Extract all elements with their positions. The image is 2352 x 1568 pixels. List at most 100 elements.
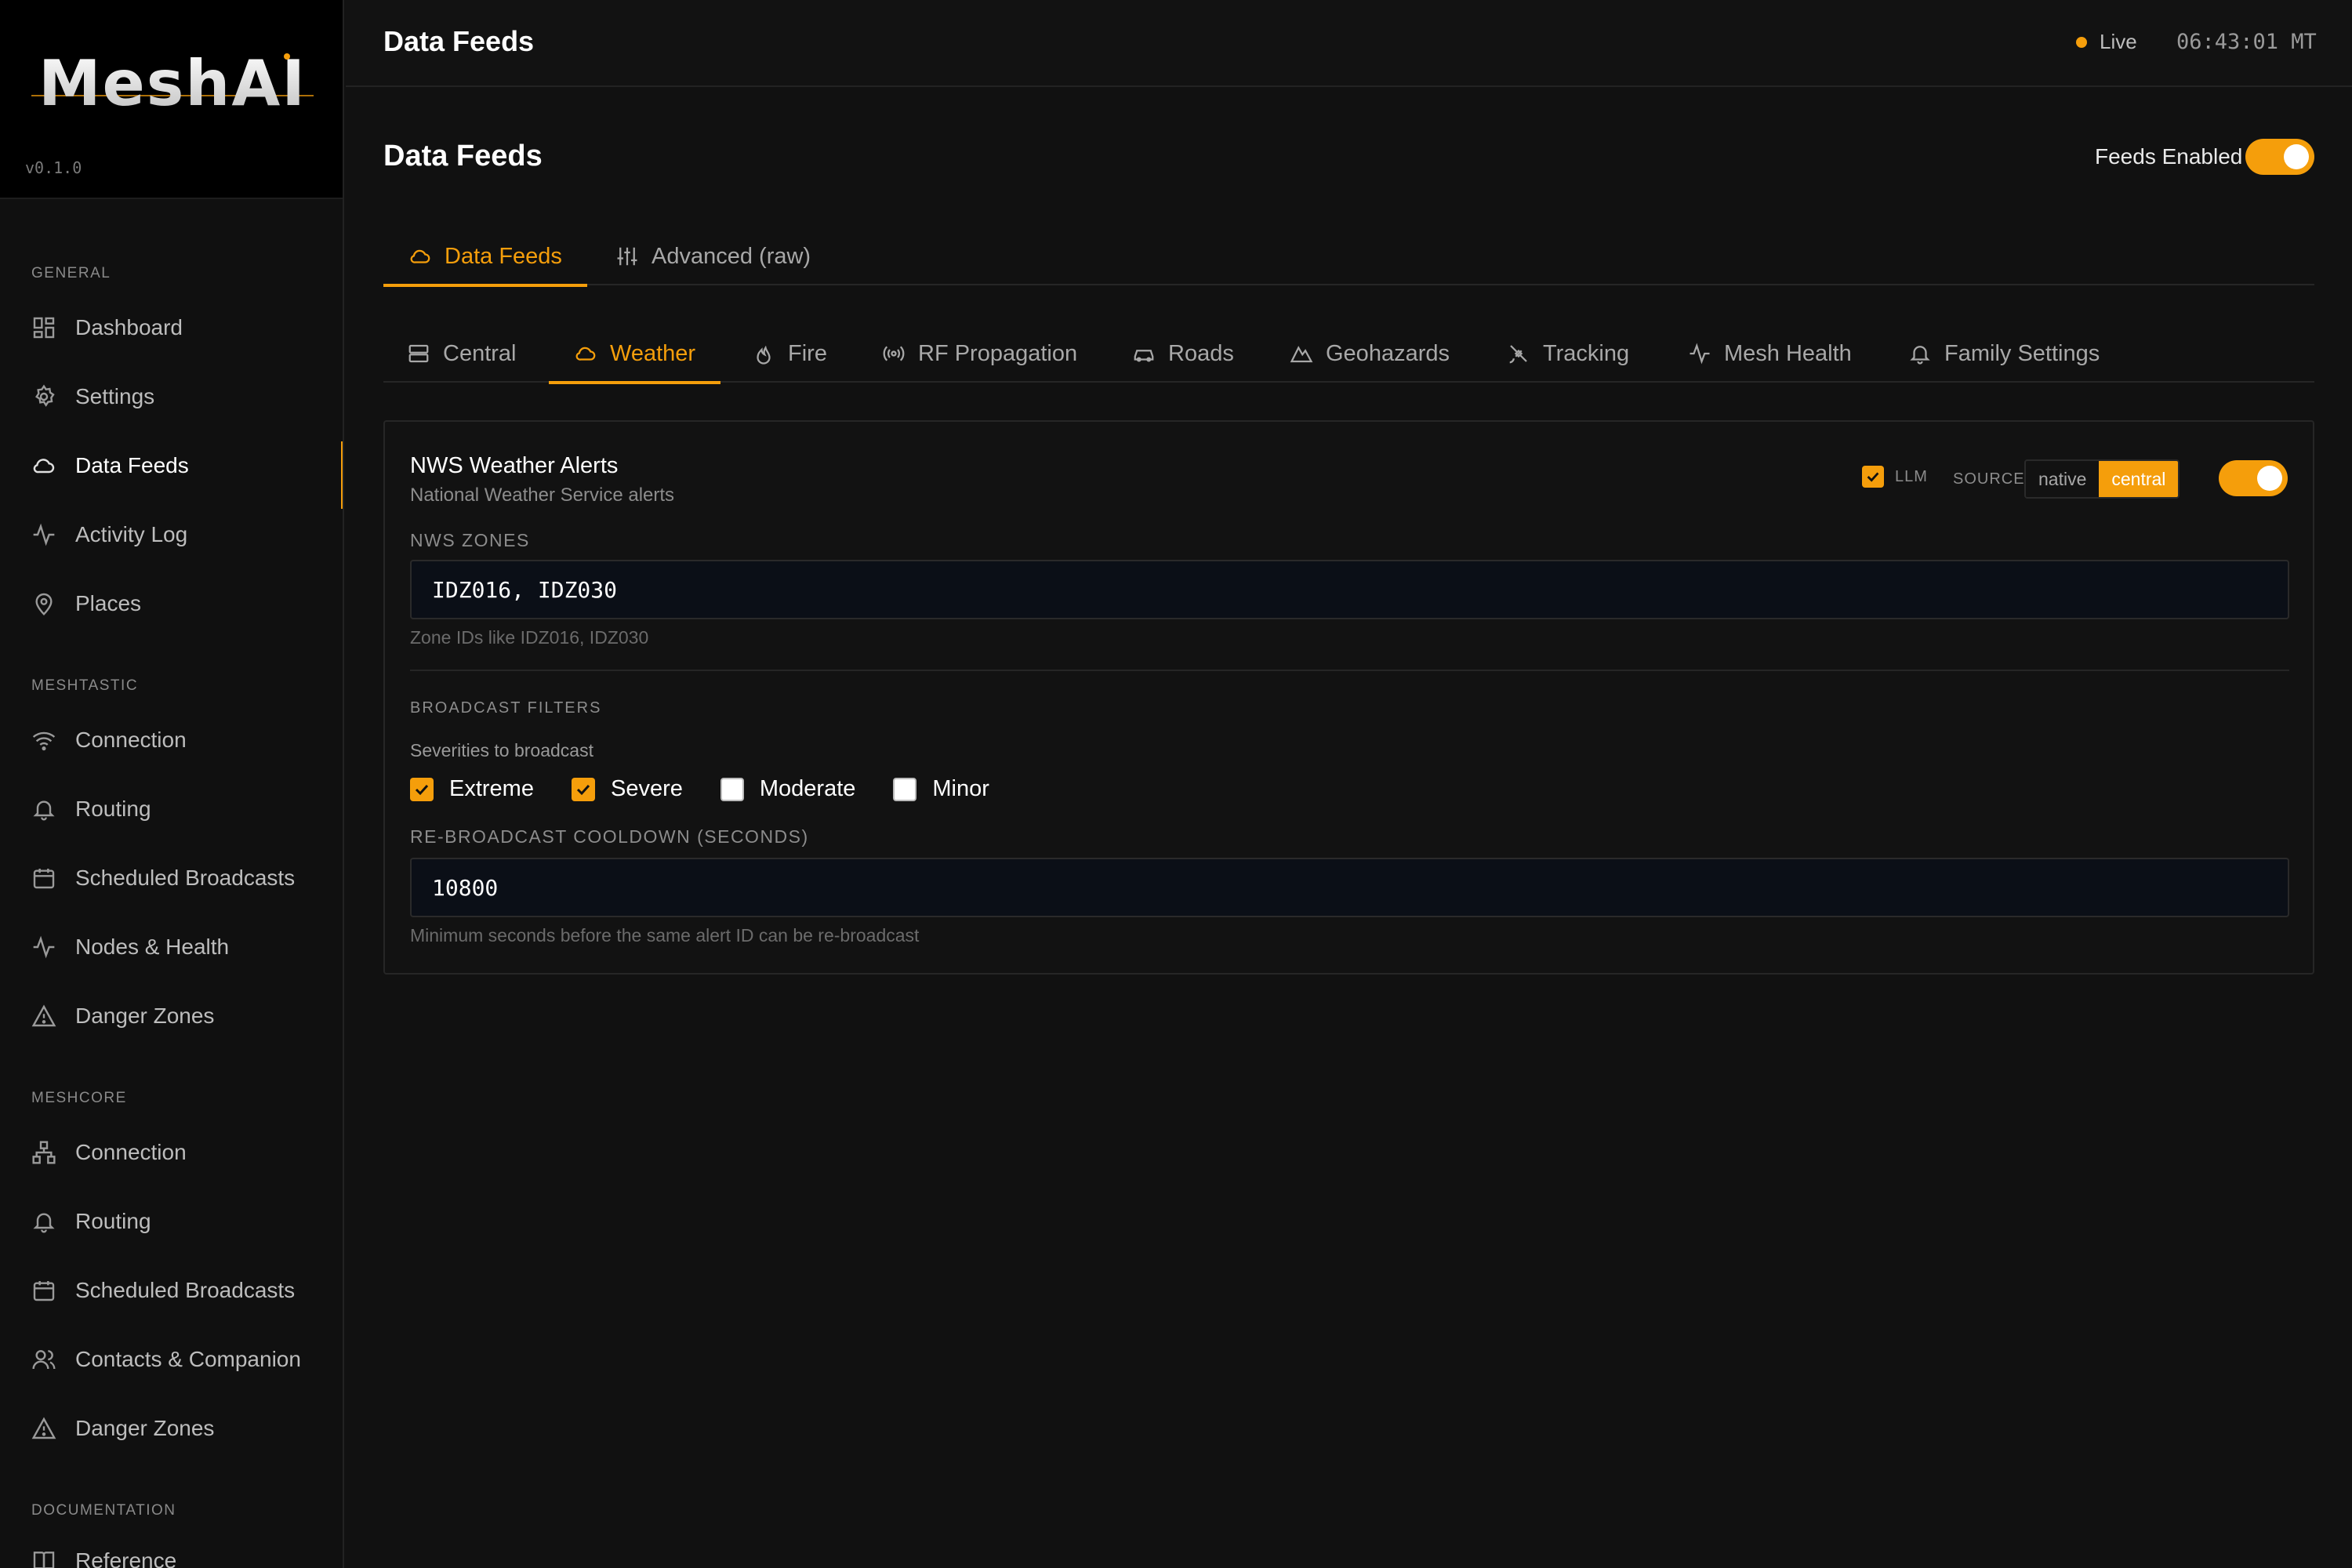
tab-fire[interactable]: Fire [752, 325, 827, 383]
sidebar-item-nodes-health[interactable]: Nodes & Health [0, 920, 343, 975]
sliders-icon [615, 245, 639, 268]
sidebar-item-meshtastic-connection[interactable]: Connection [0, 713, 343, 768]
source-option-native[interactable]: native [2026, 461, 2100, 497]
toggle-knob [2257, 466, 2282, 491]
flame-icon [752, 342, 775, 365]
cooldown-input[interactable]: 10800 [410, 858, 2289, 917]
sidebar-item-meshcore-scheduled-broadcasts[interactable]: Scheduled Broadcasts [0, 1263, 343, 1318]
sidebar-item-label: Places [75, 591, 142, 615]
bell-icon [31, 1209, 56, 1234]
nws-zones-hint: Zone IDs like IDZ016, IDZ030 [410, 627, 649, 648]
sidebar-item-label: Reference [75, 1548, 177, 1568]
cooldown-label: RE-BROADCAST COOLDOWN (SECONDS) [410, 826, 809, 847]
checkmark-icon [410, 777, 434, 801]
empty-checkbox-icon [720, 777, 744, 801]
sidebar-item-reference[interactable]: Reference [0, 1534, 343, 1568]
sidebar-item-label: Data Feeds [75, 453, 189, 477]
tab-geohazards[interactable]: Geohazards [1290, 325, 1450, 383]
sidebar-item-activity-log[interactable]: Activity Log [0, 507, 343, 562]
sidebar-item-contacts-companion[interactable]: Contacts & Companion [0, 1332, 343, 1387]
section-label-general: GENERAL [31, 265, 111, 281]
tab-tracking[interactable]: Tracking [1507, 325, 1629, 383]
sidebar-item-data-feeds[interactable]: Data Feeds [0, 438, 343, 509]
sidebar-item-meshtastic-danger-zones[interactable]: Danger Zones [0, 989, 343, 1044]
severity-severe-checkbox[interactable]: Severe [571, 776, 683, 802]
feed-enabled-toggle[interactable] [2219, 460, 2288, 496]
cloud-icon [574, 342, 597, 365]
sidebar-item-meshcore-connection[interactable]: Connection [0, 1125, 343, 1180]
calendar-icon [31, 1278, 56, 1303]
sidebar-item-label: Nodes & Health [75, 935, 230, 959]
sidebar-item-meshcore-danger-zones[interactable]: Danger Zones [0, 1401, 343, 1456]
logo-text: MeshAI [38, 49, 307, 119]
tab-central[interactable]: Central [407, 325, 517, 383]
nws-zones-input[interactable]: IDZ016, IDZ030 [410, 560, 2289, 619]
sidebar-item-label: Connection [75, 728, 187, 752]
tab-label: Geohazards [1326, 340, 1450, 366]
map-pin-icon [31, 591, 56, 616]
tab-label: Mesh Health [1724, 340, 1852, 366]
tab-rf-propagation[interactable]: RF Propagation [882, 325, 1077, 383]
nws-weather-alerts-card: NWS Weather Alerts National Weather Serv… [383, 420, 2314, 975]
sidebar-item-label: Danger Zones [75, 1004, 215, 1028]
sidebar-item-meshtastic-routing[interactable]: Routing [0, 782, 343, 837]
severity-label: Moderate [759, 776, 856, 801]
meshai-logo[interactable]: MeshAI [31, 49, 314, 119]
severities-label: Severities to broadcast [410, 740, 593, 760]
tab-weather[interactable]: Weather [549, 325, 721, 384]
severity-extreme-checkbox[interactable]: Extreme [410, 776, 534, 802]
feeds-enabled-toggle[interactable] [2245, 139, 2314, 175]
card-title: NWS Weather Alerts [410, 453, 619, 478]
severity-minor-checkbox[interactable]: Minor [893, 776, 989, 802]
severity-checkboxes: Extreme Severe Moderate Minor [410, 776, 1027, 802]
car-icon [1132, 342, 1156, 365]
tab-mesh-health[interactable]: Mesh Health [1688, 325, 1852, 383]
live-status: Live [2076, 30, 2137, 54]
sidebar-item-dashboard[interactable]: Dashboard [0, 300, 343, 355]
network-icon [31, 1140, 56, 1165]
sidebar-item-label: Routing [75, 797, 151, 821]
sidebar-item-label: Scheduled Broadcasts [75, 1278, 296, 1302]
mountain-icon [1290, 342, 1313, 365]
activity-icon [31, 935, 56, 960]
primary-tabs: Data Feeds Advanced (raw) [383, 227, 2314, 287]
satellite-icon [1507, 342, 1530, 365]
tab-label: Tracking [1543, 340, 1630, 366]
sidebar-item-label: Danger Zones [75, 1416, 215, 1440]
sidebar-item-places[interactable]: Places [0, 576, 343, 631]
checkmark-icon [571, 777, 595, 801]
radio-icon [882, 342, 906, 365]
llm-checkbox[interactable]: LLM [1862, 466, 1928, 488]
tab-roads[interactable]: Roads [1132, 325, 1234, 383]
tab-label: Fire [788, 340, 827, 366]
sidebar-item-label: Settings [75, 384, 155, 408]
cloud-icon [31, 453, 56, 478]
sidebar-item-label: Contacts & Companion [75, 1347, 301, 1371]
sidebar-item-meshcore-routing[interactable]: Routing [0, 1194, 343, 1249]
source-option-central[interactable]: central [2099, 461, 2179, 497]
brand-header: MeshAI v0.1.0 [0, 0, 343, 199]
section-label-meshtastic: MESHTASTIC [31, 677, 139, 694]
top-bar: Data Feeds Live 06:43:01 MT [346, 0, 2352, 87]
divider [410, 670, 2289, 671]
cloud-icon [408, 245, 432, 268]
sidebar-item-label: Connection [75, 1140, 187, 1164]
sidebar-item-meshtastic-scheduled-broadcasts[interactable]: Scheduled Broadcasts [0, 851, 343, 906]
clock: 06:43:01 MT [2176, 30, 2317, 54]
sidebar-item-label: Dashboard [75, 315, 183, 339]
calendar-icon [31, 866, 56, 891]
source-segmented-control: native central [2024, 459, 2180, 499]
bell-icon [31, 797, 56, 822]
sidebar-item-label: Scheduled Broadcasts [75, 866, 296, 890]
tab-data-feeds[interactable]: Data Feeds [383, 227, 587, 287]
empty-checkbox-icon [893, 777, 917, 801]
tab-label: Family Settings [1944, 340, 2100, 366]
tab-family-settings[interactable]: Family Settings [1908, 325, 2100, 383]
sidebar-item-settings[interactable]: Settings [0, 369, 343, 424]
feeds-enabled-label: Feeds Enabled [2095, 144, 2243, 169]
broadcast-filters-label: BROADCAST FILTERS [410, 699, 602, 717]
sidebar-item-label: Routing [75, 1209, 151, 1233]
severity-moderate-checkbox[interactable]: Moderate [720, 776, 856, 802]
tab-advanced-raw[interactable]: Advanced (raw) [615, 227, 811, 285]
severity-label: Minor [932, 776, 989, 801]
